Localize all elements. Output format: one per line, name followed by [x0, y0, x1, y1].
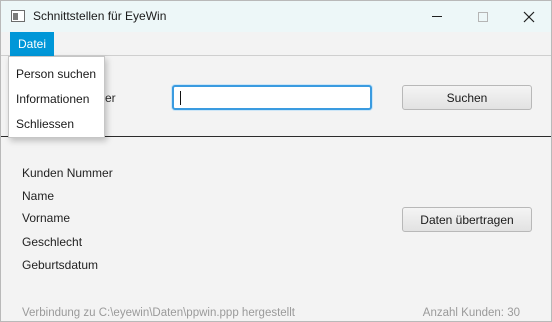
minimize-button[interactable]	[414, 1, 460, 32]
search-input[interactable]	[172, 85, 372, 110]
label-geburtsdatum: Geburtsdatum	[22, 258, 99, 272]
title-bar: Schnittstellen für EyeWin	[1, 1, 551, 32]
search-label-partial: er	[105, 91, 116, 105]
minimize-icon	[432, 16, 442, 17]
maximize-icon	[478, 11, 488, 22]
menu-item-informationen[interactable]: Informationen	[9, 86, 104, 111]
menu-item-person-suchen[interactable]: Person suchen	[9, 61, 104, 86]
label-vorname: Vorname	[22, 211, 71, 225]
menu-datei[interactable]: Datei	[10, 32, 54, 56]
close-button[interactable]	[506, 1, 552, 32]
label-geschlecht: Geschlecht	[22, 235, 83, 249]
window-title: Schnittstellen für EyeWin	[33, 9, 167, 23]
maximize-button[interactable]	[460, 1, 506, 32]
text-caret	[180, 91, 181, 105]
app-window: Schnittstellen für EyeWin Datei er Suche…	[0, 0, 552, 322]
transfer-button[interactable]: Daten übertragen	[402, 207, 532, 232]
datei-dropdown-menu: Person suchen Informationen Schliessen	[8, 56, 105, 138]
customer-count: Anzahl Kunden: 30	[422, 307, 520, 319]
connection-status: Verbindung zu C:\eyewin\Daten\ppwin.ppp …	[22, 307, 295, 319]
search-button[interactable]: Suchen	[402, 85, 532, 110]
close-icon	[523, 11, 535, 22]
app-window-icon	[11, 10, 25, 22]
label-kunden-nummer: Kunden Nummer	[22, 166, 113, 180]
label-name: Name	[22, 189, 55, 203]
menu-item-schliessen[interactable]: Schliessen	[9, 111, 104, 136]
menu-bar: Datei	[1, 32, 551, 56]
